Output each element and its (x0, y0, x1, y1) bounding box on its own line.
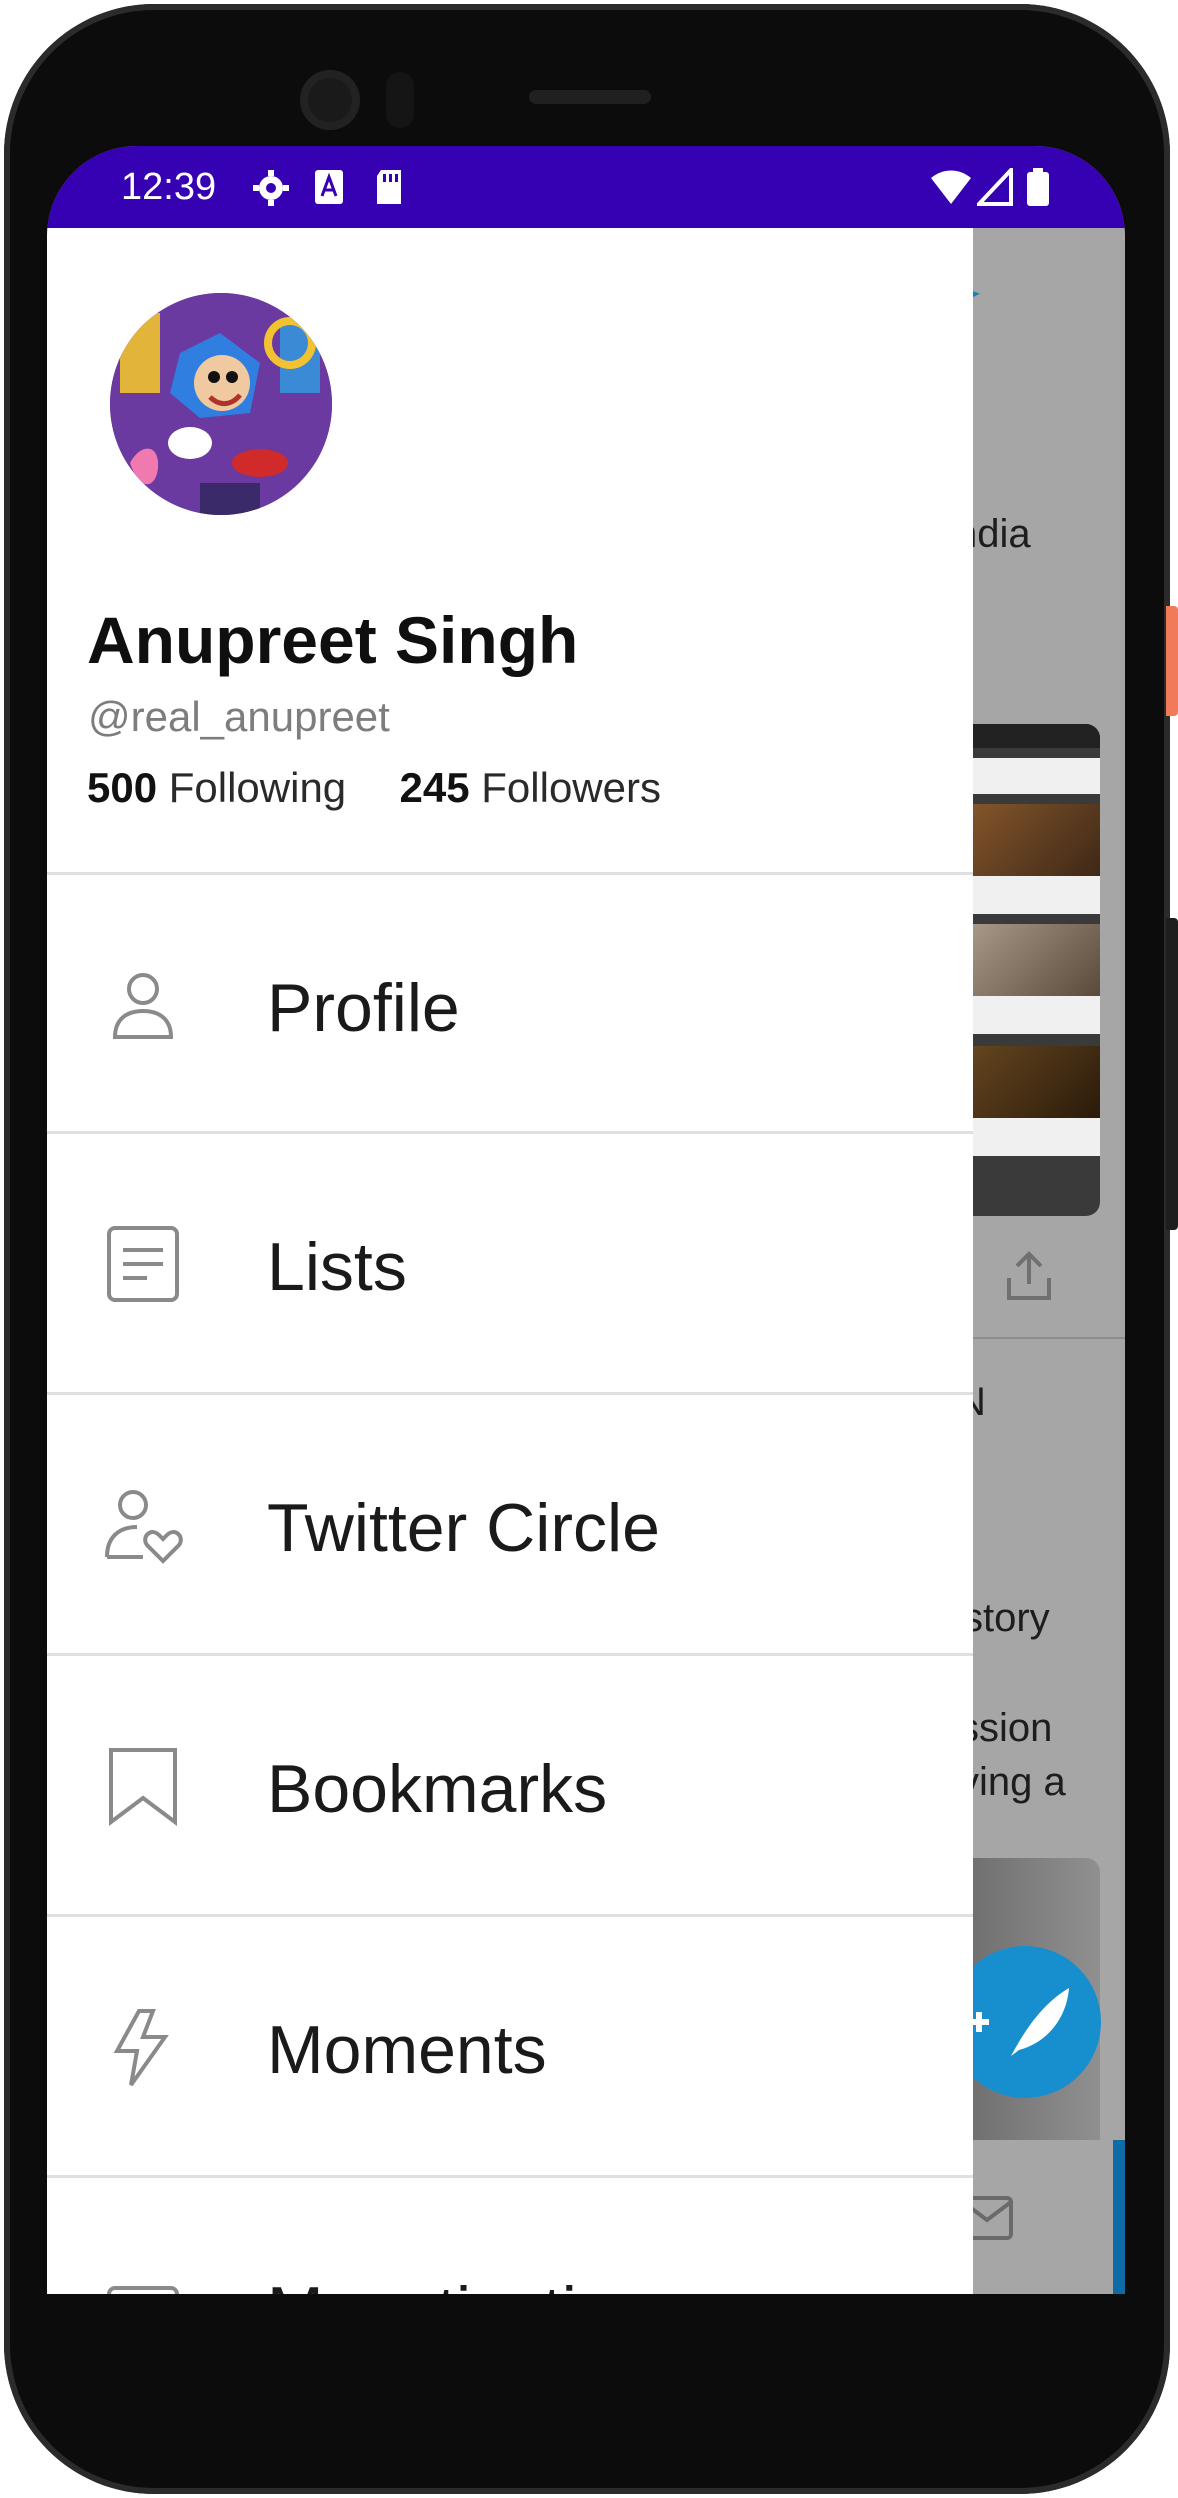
person-icon (112, 973, 174, 1039)
earpiece-speaker (529, 90, 651, 104)
bookmark-icon (109, 1748, 177, 1826)
followers-count[interactable]: 245 (400, 764, 470, 811)
menu-label-monetization: Monetization (267, 2272, 653, 2294)
power-button (1166, 606, 1178, 716)
sonic-avatar-image (110, 293, 332, 515)
status-time: 12:39 (121, 166, 217, 208)
menu-item-lists[interactable]: Lists (47, 1134, 973, 1392)
volume-button (1166, 918, 1178, 1230)
share-icon[interactable] (1001, 1248, 1057, 1304)
screen: ndia N t story ssion ving a 12:39 (47, 146, 1125, 2294)
menu-label-twitter-circle: Twitter Circle (267, 1490, 660, 1566)
money-icon (107, 2286, 179, 2294)
follow-stats: 500 Following 245 Followers (87, 764, 661, 812)
menu-item-moments[interactable]: Moments (47, 1917, 973, 2175)
sd-card-icon (377, 170, 401, 204)
tweet-divider (952, 1337, 1125, 1339)
battery-icon (1027, 168, 1049, 206)
status-bar: 12:39 (47, 146, 1125, 228)
front-camera (300, 70, 360, 130)
background-text: ssion (959, 1706, 1053, 1750)
settings-icon (253, 170, 289, 206)
list-icon (107, 1226, 179, 1302)
avatar[interactable] (110, 293, 332, 515)
background-text: ving a (959, 1760, 1066, 1804)
menu-label-moments: Moments (267, 2012, 547, 2088)
menu-item-monetization[interactable]: Monetization (47, 2178, 973, 2294)
followers-label[interactable]: Followers (481, 764, 661, 811)
accent-strip (1113, 2140, 1125, 2294)
cellular-signal-icon (977, 168, 1013, 206)
menu-item-bookmarks[interactable]: Bookmarks (47, 1656, 973, 1914)
lightning-icon (113, 2009, 169, 2087)
profile-handle: @real_anupreet (88, 693, 390, 740)
background-text: story (963, 1596, 1050, 1640)
menu-label-lists: Lists (267, 1229, 407, 1305)
menu-item-profile[interactable]: Profile (47, 875, 973, 1133)
navigation-drawer: Anupreet Singh @real_anupreet 500 Follow… (47, 228, 973, 2294)
following-count[interactable]: 500 (87, 764, 157, 811)
proximity-sensor (386, 72, 414, 128)
tweet-image-thumbnail (952, 724, 1100, 1216)
menu-label-profile: Profile (267, 970, 460, 1046)
following-label[interactable]: Following (169, 764, 346, 811)
circle-person-heart-icon (105, 1490, 183, 1564)
wifi-icon (931, 170, 971, 204)
profile-name: Anupreet Singh (87, 603, 579, 677)
menu-item-twitter-circle[interactable]: Twitter Circle (47, 1395, 973, 1653)
keyboard-a-icon (315, 170, 343, 204)
menu-label-bookmarks: Bookmarks (267, 1751, 608, 1827)
